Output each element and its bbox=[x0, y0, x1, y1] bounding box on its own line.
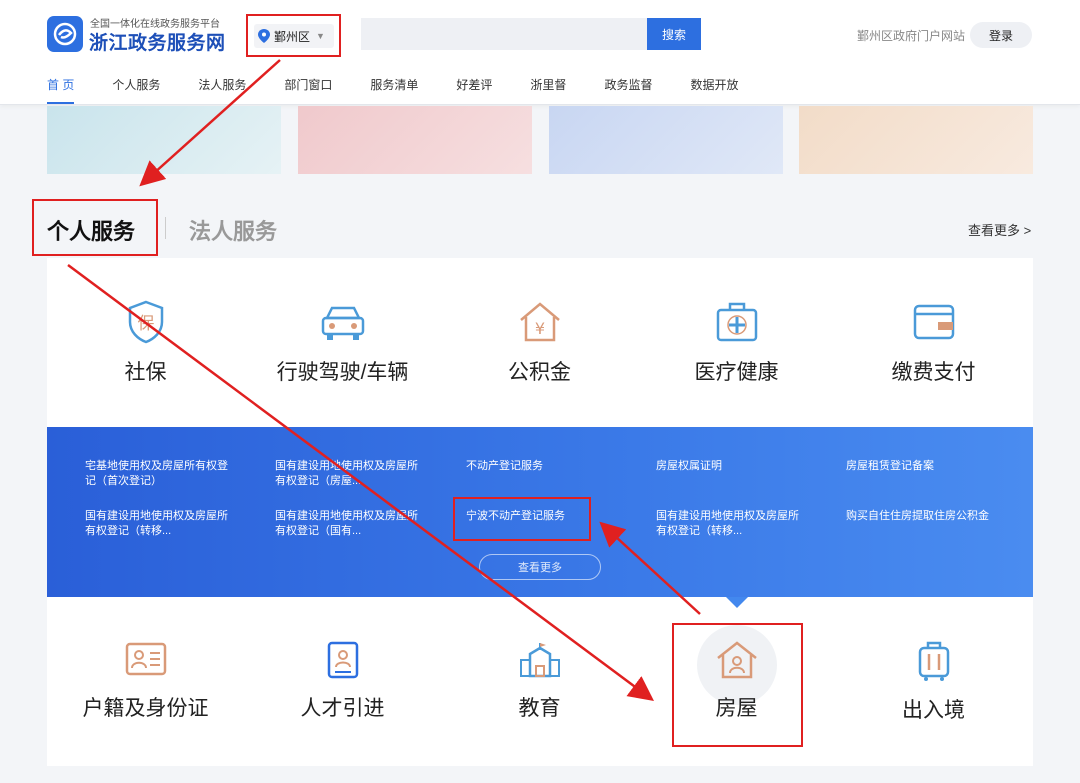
svg-text:¥: ¥ bbox=[534, 319, 544, 338]
banner-1[interactable] bbox=[47, 106, 281, 174]
site-header: 全国一体化在线政务服务平台 浙江政务服务网 鄞州区 ▼ 搜索 鄞州区政府门户网站… bbox=[0, 0, 1080, 105]
login-button[interactable]: 登录 bbox=[970, 22, 1032, 48]
nav-item-supervise[interactable]: 浙里督 bbox=[530, 76, 566, 93]
nav-item-home[interactable]: 首 页 bbox=[47, 76, 75, 104]
banner-3[interactable] bbox=[549, 106, 783, 174]
tab-legal-services[interactable]: 法人服务 bbox=[189, 214, 277, 246]
category-household-id[interactable]: 户籍及身份证 bbox=[47, 640, 244, 722]
caret-down-icon: ▼ bbox=[316, 31, 325, 41]
nav-item-gov-supervision[interactable]: 政务监督 bbox=[604, 76, 652, 93]
search-button[interactable]: 搜索 bbox=[647, 18, 701, 50]
category-label: 社保 bbox=[124, 361, 167, 384]
car-icon bbox=[321, 306, 364, 340]
service-link[interactable]: 房屋权属证明 bbox=[656, 459, 806, 474]
nav-item-departments[interactable]: 部门窗口 bbox=[284, 76, 332, 93]
category-label: 出入境 bbox=[902, 699, 965, 722]
school-icon bbox=[519, 643, 560, 678]
service-link[interactable]: 国有建设用地使用权及房屋所有权登记（转移... bbox=[656, 509, 806, 539]
service-link[interactable]: 购买自住住房提取住房公积金 bbox=[846, 509, 996, 524]
service-highlight-box bbox=[453, 497, 591, 541]
service-link[interactable]: 房屋租赁登记备案 bbox=[846, 459, 996, 474]
category-label: 公积金 bbox=[508, 361, 571, 384]
nav-item-rating[interactable]: 好差评 bbox=[456, 76, 492, 93]
category-label: 教育 bbox=[518, 697, 561, 720]
category-label: 医疗健康 bbox=[694, 361, 779, 384]
shield-bao-icon: 保 bbox=[128, 300, 163, 344]
category-education[interactable]: 教育 bbox=[441, 640, 638, 722]
category-driving-vehicle[interactable]: 行驶驾驶/车辆 bbox=[244, 300, 441, 386]
badge-icon bbox=[327, 641, 358, 679]
housing-highlight-box bbox=[672, 623, 803, 747]
service-link[interactable]: 国有建设用地使用权及房屋所有权登记（房屋... bbox=[275, 459, 425, 489]
service-link[interactable]: 不动产登记服务 bbox=[466, 459, 616, 474]
services-view-more-button[interactable]: 查看更多 bbox=[479, 554, 601, 580]
medical-kit-icon bbox=[716, 302, 757, 342]
category-exit-entry[interactable]: 出入境 bbox=[835, 640, 1032, 724]
category-label: 行驶驾驶/车辆 bbox=[276, 361, 409, 384]
nav-item-open-data[interactable]: 数据开放 bbox=[690, 76, 738, 93]
category-social-security[interactable]: 保 社保 bbox=[47, 300, 244, 386]
category-label: 缴费支付 bbox=[891, 361, 976, 384]
chevron-right-icon: > bbox=[1023, 223, 1032, 238]
category-talent[interactable]: 人才引进 bbox=[244, 640, 441, 722]
service-link[interactable]: 宅基地使用权及房屋所有权登记（首次登记） bbox=[85, 459, 235, 489]
tab-personal-services[interactable]: 个人服务 bbox=[47, 214, 135, 246]
view-more-label: 查看更多 bbox=[968, 223, 1021, 238]
category-medical-health[interactable]: 医疗健康 bbox=[638, 300, 835, 386]
location-pin-icon bbox=[258, 29, 270, 43]
banner-4[interactable] bbox=[799, 106, 1033, 174]
category-housing-fund[interactable]: ¥ 公积金 bbox=[441, 300, 638, 386]
nav-item-personal[interactable]: 个人服务 bbox=[112, 76, 160, 93]
portal-link[interactable]: 鄞州区政府门户网站 bbox=[857, 27, 965, 44]
site-logo-icon[interactable] bbox=[47, 16, 83, 52]
house-yen-icon: ¥ bbox=[519, 302, 560, 342]
location-selector[interactable]: 鄞州区 ▼ bbox=[254, 24, 334, 48]
category-payment[interactable]: 缴费支付 bbox=[835, 300, 1032, 386]
service-link[interactable]: 国有建设用地使用权及房屋所有权登记（转移... bbox=[85, 509, 235, 539]
location-label: 鄞州区 bbox=[274, 29, 311, 44]
search-input[interactable] bbox=[361, 18, 649, 50]
panel-pointer bbox=[726, 597, 748, 608]
wallet-icon bbox=[913, 304, 954, 340]
luggage-icon bbox=[918, 641, 949, 681]
id-card-icon bbox=[125, 642, 166, 676]
main-nav: 首 页 个人服务 法人服务 部门窗口 服务清单 好差评 浙里督 政务监督 数据开… bbox=[47, 76, 776, 104]
category-label: 户籍及身份证 bbox=[82, 697, 209, 720]
banner-2[interactable] bbox=[298, 106, 532, 174]
svg-text:保: 保 bbox=[137, 314, 154, 334]
tab-divider bbox=[165, 217, 166, 239]
logo-title[interactable]: 浙江政务服务网 bbox=[89, 28, 226, 55]
category-label: 人才引进 bbox=[300, 697, 385, 720]
nav-item-legal[interactable]: 法人服务 bbox=[198, 76, 246, 93]
nav-item-service-list[interactable]: 服务清单 bbox=[370, 76, 418, 93]
view-more-link[interactable]: 查看更多 > bbox=[968, 220, 1031, 239]
service-link[interactable]: 国有建设用地使用权及房屋所有权登记（国有... bbox=[275, 509, 425, 539]
